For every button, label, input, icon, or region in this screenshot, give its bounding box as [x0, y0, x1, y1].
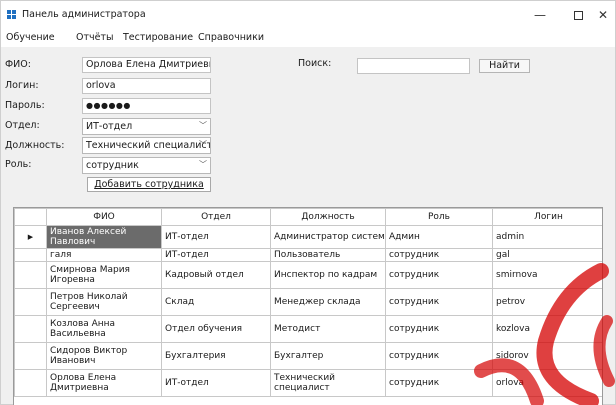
cell-role[interactable]: Админ — [385, 225, 493, 249]
row-header-corner — [14, 208, 47, 226]
row-header — [14, 248, 47, 262]
column-header-fio[interactable]: ФИО — [46, 208, 162, 226]
find-button[interactable]: Найти — [479, 59, 530, 73]
cell-position[interactable]: Методист — [270, 315, 386, 343]
cell-login[interactable]: smirnova — [492, 261, 602, 289]
cell-position[interactable]: Пользователь — [270, 248, 386, 262]
cell-role[interactable]: сотрудник — [385, 248, 493, 262]
table-header-row: ФИО Отдел Должность Роль Логин — [14, 208, 602, 226]
cell-department[interactable]: ИТ-отдел — [161, 225, 271, 249]
position-select[interactable]: Технический специалист ﹀ — [82, 137, 211, 154]
cell-position[interactable]: Администратор систем — [270, 225, 386, 249]
minimize-icon: — — [534, 8, 546, 22]
cell-fio[interactable]: Козлова Анна Васильевна — [46, 315, 162, 343]
cell-role[interactable]: сотрудник — [385, 369, 493, 397]
department-label: Отдел: — [5, 120, 40, 131]
menu-reports[interactable]: Отчёты — [76, 32, 114, 43]
search-label: Поиск: — [298, 58, 332, 69]
cell-fio[interactable]: Петров Николай Сергеевич — [46, 288, 162, 316]
table-row[interactable]: Смирнова Мария Игоревна Кадровый отдел И… — [14, 261, 602, 289]
fio-label: ФИО: — [5, 59, 31, 70]
window-title: Панель администратора — [22, 9, 146, 20]
department-value: ИТ-отдел — [86, 121, 133, 132]
app-grid-icon — [7, 10, 17, 20]
department-select[interactable]: ИТ-отдел ﹀ — [82, 118, 211, 135]
position-value: Технический специалист — [86, 140, 211, 151]
cell-login[interactable]: admin — [492, 225, 602, 249]
row-header — [14, 369, 47, 397]
password-label: Пароль: — [5, 100, 45, 111]
table-row[interactable]: Сидоров Виктор Иванович Бухгалтерия Бухг… — [14, 342, 602, 370]
role-value: сотрудник — [86, 160, 139, 171]
table-row[interactable]: Орлова Елена Дмитриевна ИТ-отдел Техниче… — [14, 369, 602, 397]
cell-fio[interactable]: Орлова Елена Дмитриевна — [46, 369, 162, 397]
search-input[interactable] — [357, 58, 470, 74]
menu-testing[interactable]: Тестирование — [123, 32, 193, 43]
employee-form: ФИО: Орлова Елена Дмитриевна Логин: orlo… — [1, 47, 615, 198]
menu-references[interactable]: Справочники — [198, 32, 264, 43]
row-header — [14, 315, 47, 343]
cell-role[interactable]: сотрудник — [385, 342, 493, 370]
cell-fio[interactable]: Сидоров Виктор Иванович — [46, 342, 162, 370]
cell-department[interactable]: ИТ-отдел — [161, 369, 271, 397]
current-row-icon: ▶ — [14, 225, 47, 249]
column-header-position[interactable]: Должность — [270, 208, 386, 226]
position-label: Должность: — [5, 140, 65, 151]
title-bar: Панель администратора — ✕ — [1, 1, 615, 29]
row-header — [14, 261, 47, 289]
table-row[interactable]: Петров Николай Сергеевич Склад Менеджер … — [14, 288, 602, 316]
login-field[interactable]: orlova — [82, 78, 211, 94]
role-label: Роль: — [5, 159, 32, 170]
cell-role[interactable]: сотрудник — [385, 315, 493, 343]
cell-role[interactable]: сотрудник — [385, 261, 493, 289]
cell-login[interactable]: orlova — [492, 369, 602, 397]
column-header-role[interactable]: Роль — [385, 208, 493, 226]
cell-login[interactable]: sidorov — [492, 342, 602, 370]
row-header — [14, 288, 47, 316]
chevron-down-icon: ﹀ — [199, 140, 207, 149]
cell-department[interactable]: ИТ-отдел — [161, 248, 271, 262]
cell-role[interactable]: сотрудник — [385, 288, 493, 316]
password-field[interactable]: ●●●●●● — [82, 98, 211, 114]
table-row[interactable]: ▶ Иванов Алексей Павлович ИТ-отдел Админ… — [14, 225, 602, 249]
cell-department[interactable]: Бухгалтерия — [161, 342, 271, 370]
cell-department[interactable]: Отдел обучения — [161, 315, 271, 343]
cell-fio[interactable]: Иванов Алексей Павлович — [46, 225, 162, 249]
cell-department[interactable]: Склад — [161, 288, 271, 316]
menu-training[interactable]: Обучение — [6, 32, 55, 43]
row-header — [14, 342, 47, 370]
menu-bar: Обучение Отчёты Тестирование Справочники — [1, 29, 615, 47]
cell-fio[interactable]: Смирнова Мария Игоревна — [46, 261, 162, 289]
cell-login[interactable]: kozlova — [492, 315, 602, 343]
employees-table: ФИО Отдел Должность Роль Логин ▶ Иванов … — [14, 208, 602, 397]
role-select[interactable]: сотрудник ﹀ — [82, 157, 211, 174]
table-row[interactable]: галя ИТ-отдел Пользователь сотрудник gal — [14, 248, 602, 262]
minimize-button[interactable]: — — [521, 1, 559, 29]
employees-grid[interactable]: ФИО Отдел Должность Роль Логин ▶ Иванов … — [13, 207, 603, 405]
cell-login[interactable]: petrov — [492, 288, 602, 316]
maximize-icon — [573, 10, 583, 20]
cell-position[interactable]: Менеджер склада — [270, 288, 386, 316]
close-button[interactable]: ✕ — [591, 1, 615, 29]
cell-position[interactable]: Технический специалист — [270, 369, 386, 397]
cell-fio[interactable]: галя — [46, 248, 162, 262]
admin-window: Панель администратора — ✕ Обучение Отчёт… — [0, 0, 616, 405]
table-row[interactable]: Козлова Анна Васильевна Отдел обучения М… — [14, 315, 602, 343]
column-header-department[interactable]: Отдел — [161, 208, 271, 226]
cell-position[interactable]: Бухгалтер — [270, 342, 386, 370]
close-icon: ✕ — [597, 8, 609, 22]
cell-position[interactable]: Инспектор по кадрам — [270, 261, 386, 289]
add-employee-button[interactable]: Добавить сотрудника — [87, 177, 211, 192]
login-label: Логин: — [5, 80, 39, 91]
column-header-login[interactable]: Логин — [492, 208, 602, 226]
cell-department[interactable]: Кадровый отдел — [161, 261, 271, 289]
chevron-down-icon: ﹀ — [199, 121, 207, 130]
cell-login[interactable]: gal — [492, 248, 602, 262]
fio-field[interactable]: Орлова Елена Дмитриевна — [82, 57, 211, 73]
chevron-down-icon: ﹀ — [199, 160, 207, 169]
